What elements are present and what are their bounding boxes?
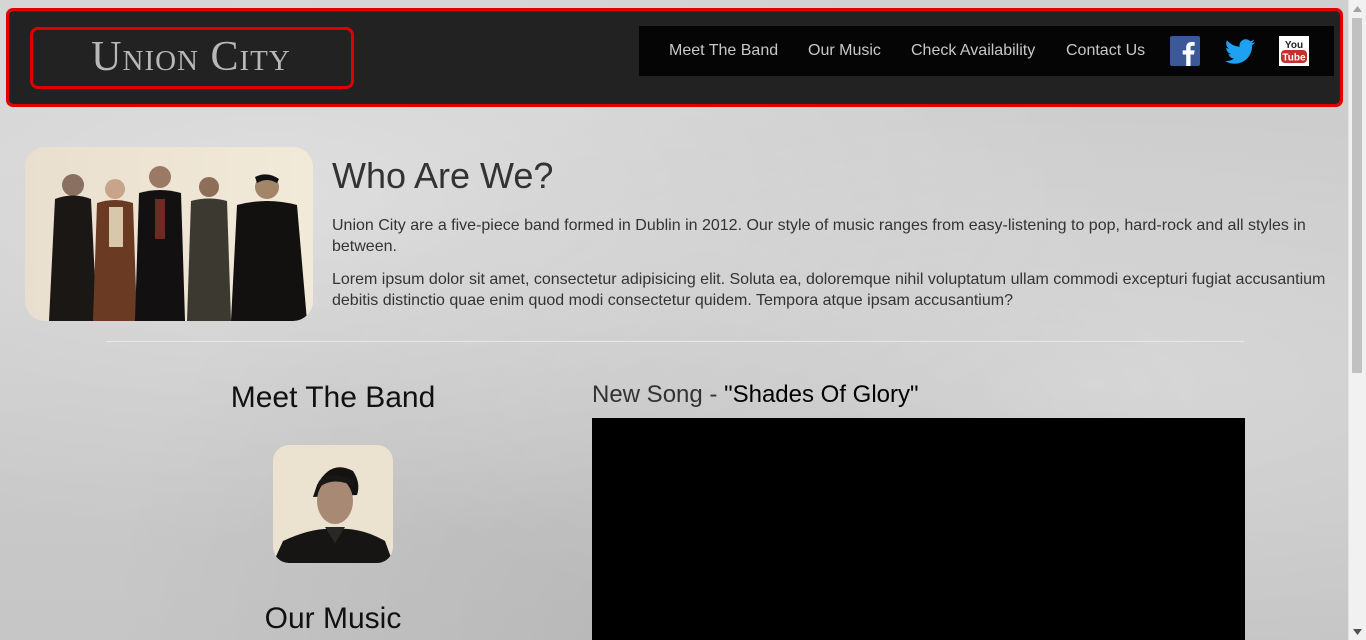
- section-divider: [106, 341, 1244, 342]
- about-paragraph-intro: Union City are a five-piece band formed …: [332, 217, 1306, 255]
- new-song-prefix: New Song: [592, 381, 703, 408]
- about-paragraph-lorem: Lorem ipsum dolor sit amet, consectetur …: [332, 271, 1326, 309]
- new-song-heading: New Song - "Shades Of Glory": [592, 380, 919, 410]
- youtube-label-you: You: [1285, 40, 1303, 51]
- nav-contact-us[interactable]: Contact Us: [1066, 26, 1145, 76]
- vertical-scrollbar[interactable]: [1348, 0, 1366, 640]
- about-title: Who Are We?: [332, 155, 554, 196]
- scrollbar-thumb[interactable]: [1352, 18, 1362, 373]
- nav-meet-the-band[interactable]: Meet The Band: [669, 26, 778, 76]
- new-song-separator: -: [702, 381, 725, 408]
- brand-highlight-outline: [30, 27, 354, 89]
- band-member-photo[interactable]: [273, 445, 393, 563]
- facebook-icon[interactable]: [1170, 36, 1200, 66]
- page: Union City Meet The Band Our Music Check…: [0, 0, 1349, 640]
- twitter-icon[interactable]: [1224, 36, 1256, 66]
- youtube-icon[interactable]: You Tube: [1279, 36, 1309, 66]
- video-player[interactable]: [592, 418, 1245, 640]
- nav-our-music[interactable]: Our Music: [808, 26, 881, 76]
- meet-band-title: Meet The Band: [230, 381, 436, 414]
- nav-check-availability[interactable]: Check Availability: [911, 26, 1035, 76]
- youtube-label-tube: Tube: [1282, 53, 1306, 64]
- our-music-title: Our Music: [264, 602, 402, 635]
- scroll-down-arrow-icon[interactable]: [1349, 623, 1366, 640]
- band-photo: [25, 147, 313, 321]
- new-song-name: "Shades Of Glory": [724, 381, 919, 408]
- scroll-up-arrow-icon[interactable]: [1349, 0, 1366, 17]
